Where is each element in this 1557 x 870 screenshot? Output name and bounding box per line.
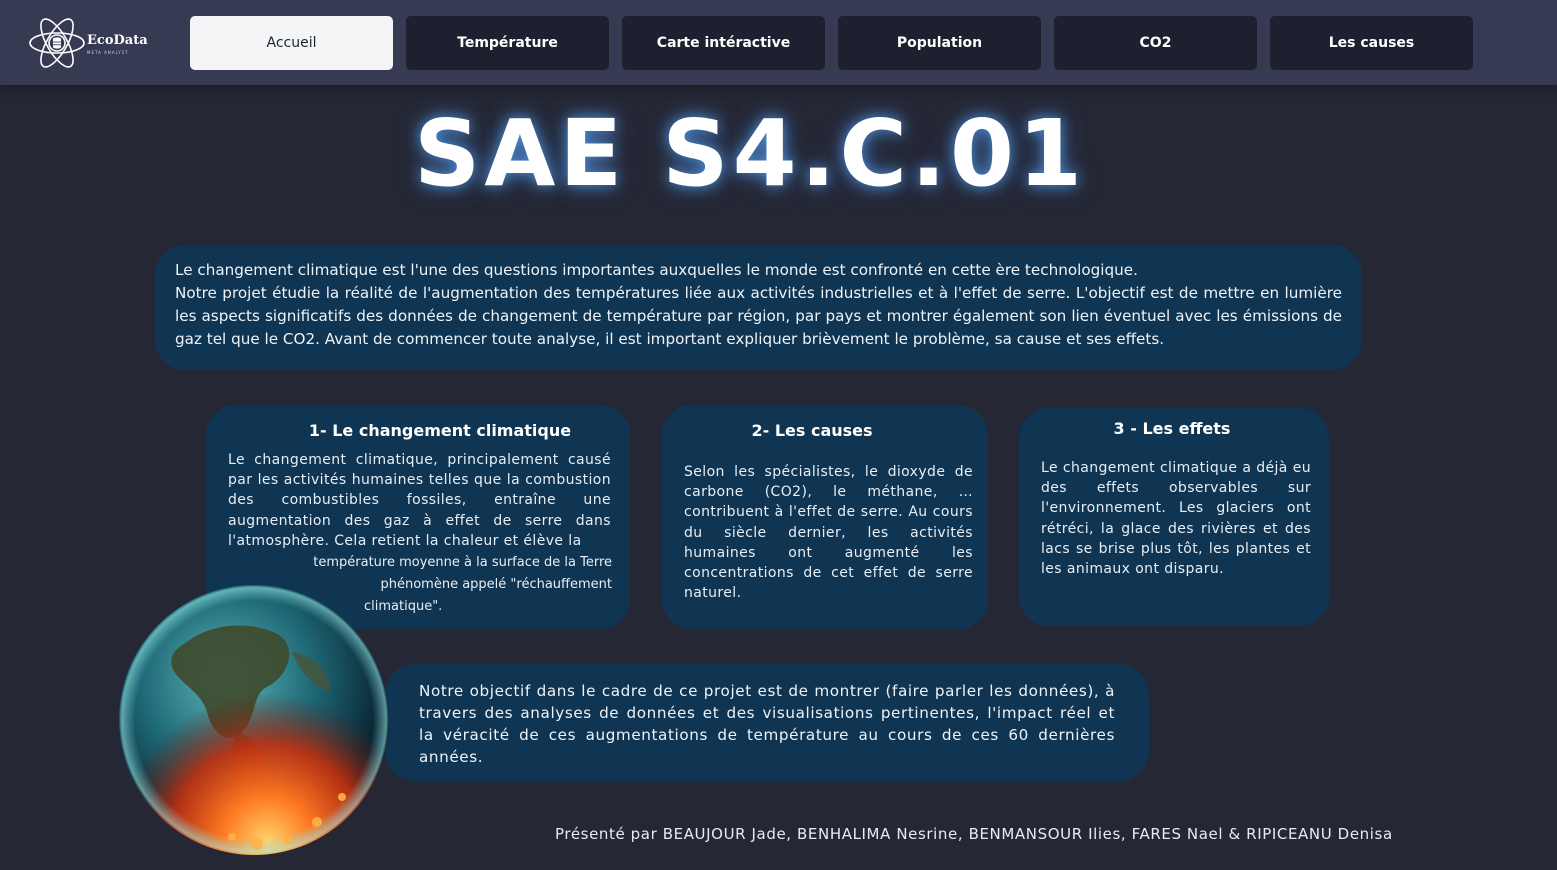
credits-footer: Présenté par BEAUJOUR Jade, BENHALIMA Ne… (555, 825, 1393, 843)
burning-earth-illustration (119, 585, 389, 855)
nav-temperature-button[interactable]: Température (406, 16, 609, 70)
nav-accueil-button[interactable]: Accueil (190, 16, 393, 70)
brand-tagline: META ANALYST (87, 50, 129, 55)
card-body-effects: Le changement climatique a déjà eu des e… (1041, 460, 1311, 578)
card-effects: 3 - Les effets Le changement climatique … (1019, 408, 1329, 626)
atom-database-icon (29, 18, 85, 68)
nav-carte-interactive-button[interactable]: Carte intéractive (622, 16, 825, 70)
card-title-climate-change: 1- Le changement climatique (308, 421, 572, 440)
brand-name: EcoData (87, 33, 148, 48)
brand-logo[interactable]: EcoData META ANALYST (28, 12, 148, 74)
card-causes: 2- Les causes Selon les spécialistes, le… (662, 405, 988, 629)
objective-panel: Notre objectif dans le cadre de ce proje… (385, 664, 1149, 781)
nav-population-button[interactable]: Population (838, 16, 1041, 70)
intro-panel: Le changement climatique est l'une des q… (155, 245, 1362, 370)
card-body-causes: Selon les spécialistes, le dioxyde de ca… (684, 464, 973, 602)
intro-line-1: Le changement climatique est l'une des q… (175, 261, 1138, 279)
nav-les-causes-button[interactable]: Les causes (1270, 16, 1473, 70)
intro-paragraph: Notre projet étudie la réalité de l'augm… (175, 284, 1342, 348)
page-title: SAE S4.C.01 (413, 100, 1087, 207)
card-title-effects: 3 - Les effets (1113, 419, 1231, 438)
top-navigation-bar: EcoData META ANALYST Accueil Température… (0, 0, 1557, 85)
card-body-climate-change: Le changement climatique, principalement… (228, 452, 611, 549)
card-title-causes: 2- Les causes (751, 421, 873, 440)
card-body-climate-change-tail-1: température moyenne à la surface de la T… (313, 555, 612, 570)
nav-co2-button[interactable]: CO2 (1054, 16, 1257, 70)
